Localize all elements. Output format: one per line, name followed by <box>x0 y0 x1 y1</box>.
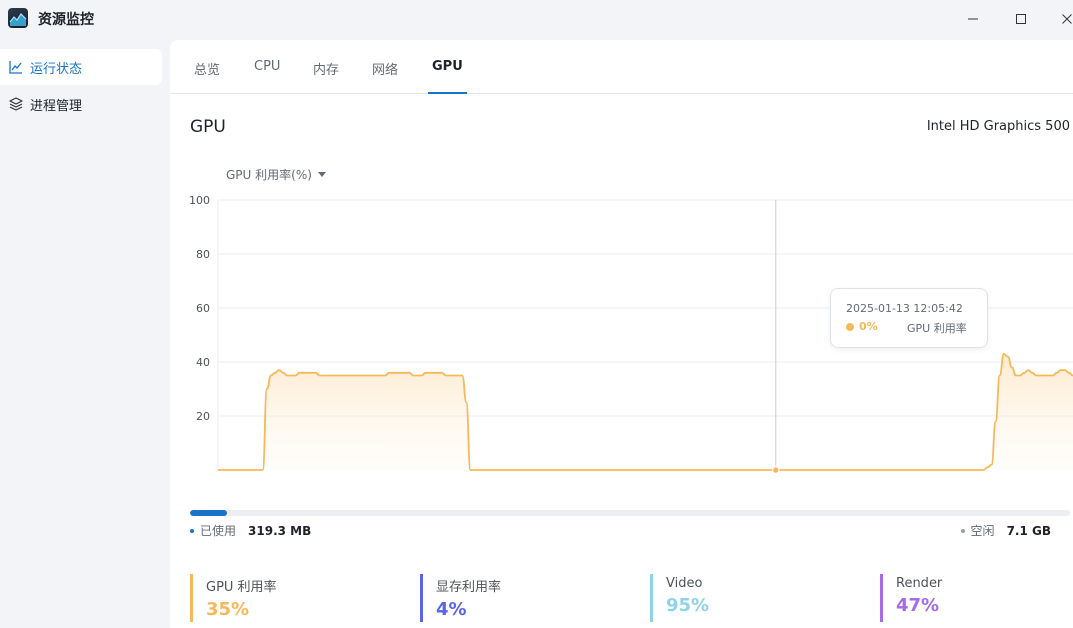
chart-line-icon <box>8 59 24 75</box>
memory-free-value: 7.1 GB <box>1006 523 1051 538</box>
tab-memory[interactable]: 内存 <box>313 59 339 92</box>
main-panel: 总览 CPU 内存 网络 GPU GPU Intel HD Graphics 5… <box>170 40 1073 628</box>
close-button[interactable] <box>1054 6 1073 32</box>
sidebar-item-processes[interactable]: 进程管理 <box>0 86 162 122</box>
highlight-point <box>772 466 780 474</box>
stat-value: 95% <box>666 595 710 616</box>
gpu-model-name: Intel HD Graphics 500 <box>926 119 1070 134</box>
memory-free: 空闲 7.1 GB <box>960 522 1051 539</box>
layers-icon <box>8 96 24 112</box>
y-tick-label: 100 <box>189 194 210 207</box>
page-title: GPU <box>190 117 226 137</box>
used-dot-icon <box>190 528 194 533</box>
stat-label: Render <box>896 576 943 591</box>
sidebar-item-label: 运行状态 <box>30 61 83 77</box>
memory-usage-bar <box>190 510 1070 516</box>
stat-vram-usage: 显存利用率 4% <box>420 574 501 622</box>
y-tick-label: 60 <box>196 302 210 315</box>
stat-gpu-usage: GPU 利用率 35% <box>190 574 277 622</box>
tab-overview[interactable]: 总览 <box>194 59 220 92</box>
memory-used-label: 已使用 <box>200 524 237 538</box>
series-dot-icon <box>846 323 854 331</box>
y-tick-label: 20 <box>196 410 210 423</box>
memory-used: 已使用 319.3 MB <box>190 522 311 539</box>
stat-label: GPU 利用率 <box>206 580 277 595</box>
chart-tooltip: 2025-01-13 12:05:42 0% GPU 利用率 <box>830 288 988 348</box>
sidebar-item-label: 进程管理 <box>30 98 83 114</box>
stat-value: 35% <box>206 599 250 620</box>
y-tick-label: 40 <box>196 356 210 369</box>
tab-cpu[interactable]: CPU <box>254 59 280 92</box>
minimize-button[interactable] <box>960 6 986 32</box>
app-title: 资源监控 <box>38 12 94 28</box>
sidebar: 运行状态 进程管理 <box>0 40 170 628</box>
close-icon <box>1062 14 1072 24</box>
app-icon <box>8 8 28 28</box>
tooltip-series-name: GPU 利用率 <box>907 322 967 335</box>
tooltip-value: 0% <box>859 320 878 333</box>
stat-value: 47% <box>896 595 940 616</box>
tooltip-time: 2025-01-13 12:05:42 <box>846 302 963 315</box>
memory-used-value: 319.3 MB <box>248 523 312 538</box>
stat-label: 显存利用率 <box>436 580 502 595</box>
sidebar-item-status[interactable]: 运行状态 <box>0 49 162 85</box>
title-bar: 资源监控 <box>0 0 1073 40</box>
tab-bar: 总览 CPU 内存 网络 GPU <box>170 40 1073 94</box>
maximize-button[interactable] <box>1008 6 1034 32</box>
memory-usage-fill <box>190 510 227 516</box>
y-tick-label: 80 <box>196 248 210 261</box>
stat-value: 4% <box>436 599 467 620</box>
tab-gpu[interactable]: GPU <box>428 59 467 94</box>
metric-select-label: GPU 利用率(%) <box>226 168 312 182</box>
maximize-icon <box>1016 14 1026 24</box>
minimize-icon <box>968 18 978 20</box>
free-dot-icon <box>960 528 965 533</box>
memory-free-label: 空闲 <box>970 524 995 538</box>
caret-down-icon <box>317 172 326 177</box>
stat-label: Video <box>666 576 703 591</box>
tab-network[interactable]: 网络 <box>372 59 398 92</box>
series-area <box>218 353 1073 470</box>
stat-video: Video 95% <box>650 574 709 622</box>
metric-select[interactable]: GPU 利用率(%) <box>226 166 326 183</box>
stat-render: Render 47% <box>880 574 942 622</box>
